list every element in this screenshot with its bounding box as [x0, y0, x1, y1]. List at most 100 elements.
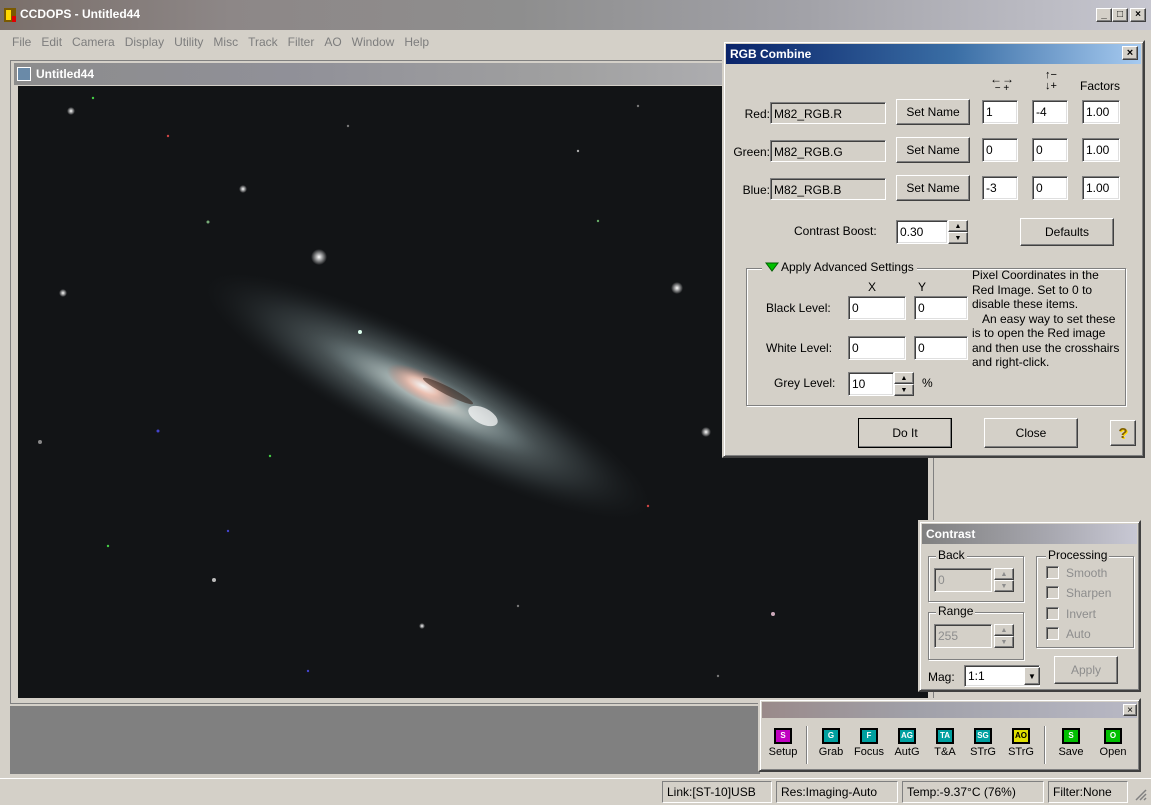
open-icon: O — [1104, 728, 1122, 744]
white-level-y-input[interactable]: 0 — [914, 336, 968, 360]
grey-level-spin-down[interactable]: ▼ — [894, 384, 914, 396]
range-legend: Range — [936, 604, 976, 618]
contrast-title: Contrast — [926, 527, 976, 541]
star — [516, 604, 520, 608]
green-y-input[interactable]: 0 — [1032, 138, 1068, 162]
menu-display[interactable]: Display — [120, 30, 169, 54]
star — [596, 219, 600, 223]
back-spin-up[interactable]: ▲ — [994, 568, 1014, 580]
app-icon[interactable] — [3, 7, 17, 23]
ao-guide-tool-button[interactable]: AO STrG — [1002, 722, 1040, 766]
menu-file[interactable]: File — [0, 30, 36, 54]
star — [306, 669, 310, 673]
help-button[interactable]: ? — [1110, 420, 1136, 446]
maximize-button[interactable]: □ — [1112, 8, 1128, 22]
blue-y-input[interactable]: 0 — [1032, 176, 1068, 200]
star — [91, 96, 95, 100]
image-window-title: Untitled44 — [36, 67, 95, 81]
blue-set-name-button[interactable]: Set Name — [896, 175, 970, 201]
menu-track[interactable]: Track — [243, 30, 283, 54]
toolbar-title-bar[interactable] — [762, 702, 1137, 718]
star — [636, 104, 640, 108]
auto-checkbox[interactable] — [1046, 627, 1059, 640]
blue-factor-input[interactable]: 1.00 — [1082, 176, 1120, 200]
smooth-checkbox[interactable] — [1046, 566, 1059, 579]
autograb-tool-button[interactable]: AG AutG — [888, 722, 926, 766]
menu-edit[interactable]: Edit — [36, 30, 67, 54]
black-level-y-input[interactable]: 0 — [914, 296, 968, 320]
toolbar-panel: × S Setup G Grab F Focus AG AutG TA T&A … — [758, 698, 1141, 772]
defaults-button[interactable]: Defaults — [1020, 218, 1114, 246]
range-spin-down[interactable]: ▼ — [994, 636, 1014, 648]
white-level-x-input[interactable]: 0 — [848, 336, 906, 360]
menu-ao[interactable]: AO — [319, 30, 346, 54]
close-dialog-button[interactable]: Close — [984, 418, 1078, 448]
star — [206, 220, 210, 224]
do-it-button[interactable]: Do It — [858, 418, 952, 448]
close-button[interactable]: × — [1130, 8, 1146, 22]
menu-utility[interactable]: Utility — [169, 30, 208, 54]
menu-window[interactable]: Window — [347, 30, 400, 54]
advanced-legend[interactable]: Apply Advanced Settings — [762, 260, 917, 274]
back-legend: Back — [936, 548, 967, 562]
range-input[interactable]: 255 — [934, 624, 992, 648]
star — [701, 427, 711, 437]
contrast-title-bar[interactable]: Contrast — [922, 524, 1137, 544]
focus-tool-button[interactable]: F Focus — [850, 722, 888, 766]
contrast-boost-spin-down[interactable]: ▼ — [948, 232, 968, 244]
x-shift-header: ←→ − + — [984, 73, 1020, 94]
white-level-label: White Level: — [766, 341, 833, 355]
menu-camera[interactable]: Camera — [67, 30, 120, 54]
rgb-combine-title: RGB Combine — [730, 47, 812, 61]
green-factor-input[interactable]: 1.00 — [1082, 138, 1120, 162]
sharpen-checkbox[interactable] — [1046, 586, 1059, 599]
mag-dropdown-button[interactable]: ▼ — [1024, 667, 1040, 685]
grey-level-label: Grey Level: — [774, 376, 836, 390]
contrast-boost-spin-up[interactable]: ▲ — [948, 220, 968, 232]
back-spin-down[interactable]: ▼ — [994, 580, 1014, 592]
setup-tool-button[interactable]: S Setup — [764, 722, 802, 766]
grey-level-spin-up[interactable]: ▲ — [894, 372, 914, 384]
grey-level-input[interactable]: 10 — [848, 372, 894, 396]
auto-label: Auto — [1066, 627, 1091, 641]
red-y-input[interactable]: -4 — [1032, 100, 1068, 124]
save-tool-button[interactable]: S Save — [1052, 722, 1090, 766]
menu-filter[interactable]: Filter — [283, 30, 320, 54]
star — [106, 544, 110, 548]
invert-label: Invert — [1066, 607, 1097, 621]
minimize-button[interactable]: _ — [1096, 8, 1112, 22]
invert-checkbox[interactable] — [1046, 607, 1059, 620]
track-accumulate-icon: TA — [936, 728, 954, 744]
blue-x-input[interactable]: -3 — [982, 176, 1018, 200]
contrast-boost-input[interactable]: 0.30 — [896, 220, 948, 244]
red-label: Red: — [744, 107, 770, 121]
toolbar-separator — [1044, 726, 1046, 764]
rgb-combine-title-bar[interactable]: RGB Combine — [726, 44, 1141, 64]
blue-name-field: M82_RGB.B — [770, 178, 886, 200]
star — [212, 578, 216, 582]
back-input[interactable]: 0 — [934, 568, 992, 592]
red-x-input[interactable]: 1 — [982, 100, 1018, 124]
self-guide-icon: SG — [974, 728, 992, 744]
mdi-bottom-strip — [10, 706, 760, 774]
rgb-combine-close-button[interactable]: × — [1122, 46, 1138, 60]
range-spin-up[interactable]: ▲ — [994, 624, 1014, 636]
menu-misc[interactable]: Misc — [208, 30, 243, 54]
open-tool-button[interactable]: O Open — [1094, 722, 1132, 766]
green-set-name-button[interactable]: Set Name — [896, 137, 970, 163]
menu-help[interactable]: Help — [399, 30, 434, 54]
processing-legend: Processing — [1046, 548, 1110, 562]
blue-label: Blue: — [742, 183, 770, 197]
resize-grip-icon[interactable] — [1133, 787, 1147, 801]
apply-button[interactable]: Apply — [1054, 656, 1118, 684]
green-x-input[interactable]: 0 — [982, 138, 1018, 162]
red-factor-input[interactable]: 1.00 — [1082, 100, 1120, 124]
red-set-name-button[interactable]: Set Name — [896, 99, 970, 125]
self-guide-tool-button[interactable]: SG STrG — [964, 722, 1002, 766]
status-resolution: Res:Imaging-Auto — [776, 781, 898, 803]
grab-tool-button[interactable]: G Grab — [812, 722, 850, 766]
toolbar-close-button[interactable]: × — [1123, 704, 1137, 716]
track-accumulate-tool-button[interactable]: TA T&A — [926, 722, 964, 766]
black-level-x-input[interactable]: 0 — [848, 296, 906, 320]
chevron-down-icon: ▼ — [1028, 671, 1036, 681]
